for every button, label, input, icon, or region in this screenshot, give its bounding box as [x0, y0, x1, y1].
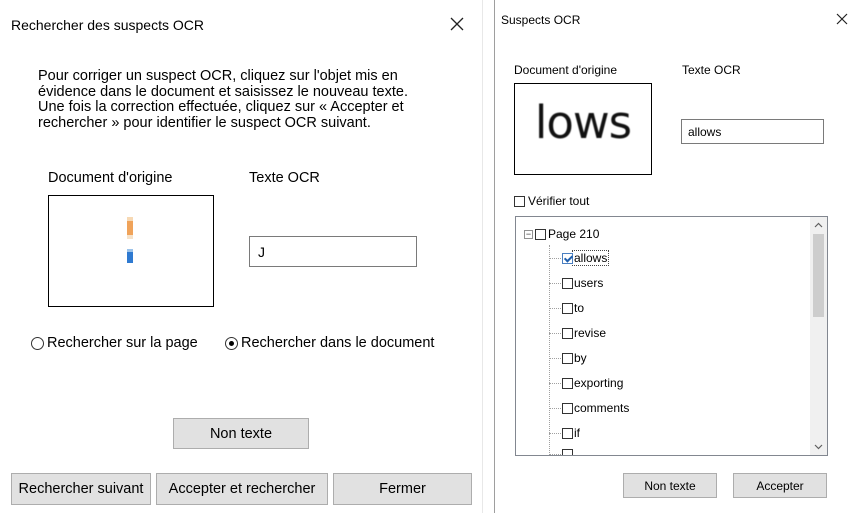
ocr-suspects-dialog: Suspects OCR Document d'origine Texte OC… — [494, 0, 853, 513]
ocr-text-label: Texte OCR — [682, 63, 741, 77]
original-image-preview[interactable] — [48, 195, 214, 307]
tree-connector — [549, 432, 561, 434]
tree-item-label: revise — [574, 326, 607, 340]
tree-item-label: to — [574, 301, 585, 315]
checkbox-box — [514, 195, 525, 207]
tree-connector — [549, 454, 561, 455]
suspects-tree[interactable]: − Page 210 allows users to revise by exp… — [515, 216, 828, 456]
close-icon[interactable] — [835, 12, 849, 26]
dialog-title: Suspects OCR — [501, 13, 581, 27]
verify-all-checkbox[interactable]: Vérifier tout — [514, 194, 589, 208]
tree-connector — [549, 382, 561, 384]
ocr-text-input[interactable]: J — [249, 236, 417, 267]
dialog-title: Rechercher des suspects OCR — [11, 17, 204, 33]
tree-item-label: allows — [571, 250, 610, 266]
tree-item-label: by — [574, 351, 587, 365]
page-checkbox[interactable] — [535, 228, 546, 240]
search-document-radio[interactable]: Rechercher dans le document — [225, 335, 434, 351]
tree-item[interactable]: users — [549, 276, 604, 290]
verify-all-label: Vérifier tout — [528, 194, 590, 208]
tree-item-label: exporting — [574, 376, 624, 390]
item-checkbox[interactable] — [562, 449, 573, 455]
find-next-button[interactable]: Rechercher suivant — [11, 473, 151, 505]
vertical-scrollbar[interactable] — [810, 217, 827, 455]
tree-item[interactable]: comments — [549, 401, 630, 415]
tree-item[interactable]: if — [549, 426, 581, 440]
close-icon[interactable] — [449, 16, 465, 32]
original-image-preview[interactable]: lows — [514, 83, 652, 175]
search-page-radio[interactable]: Rechercher sur la page — [31, 335, 198, 351]
item-checkbox[interactable] — [562, 277, 573, 289]
tree-item[interactable]: allows — [549, 250, 610, 266]
chevron-up-icon[interactable] — [810, 217, 827, 234]
ocr-text-input[interactable]: allows — [681, 119, 824, 144]
chevron-down-icon[interactable] — [810, 438, 827, 455]
suspect-image-fragment — [127, 217, 133, 263]
collapse-minus-icon[interactable]: − — [524, 229, 533, 239]
instructions-text: Pour corriger un suspect OCR, cliquez su… — [38, 68, 408, 131]
accept-button[interactable]: Accepter — [733, 473, 827, 498]
find-ocr-suspects-dialog: Rechercher des suspects OCR Pour corrige… — [0, 0, 483, 513]
suspect-word-image: lows — [534, 96, 632, 149]
tree-item-label: comments — [574, 401, 630, 415]
scrollbar-thumb[interactable] — [813, 234, 824, 317]
tree-connector — [549, 282, 561, 284]
search-document-label: Rechercher dans le document — [241, 335, 435, 351]
tree-item[interactable]: to — [549, 301, 585, 315]
tree-connector — [549, 407, 561, 409]
tree-item[interactable]: by — [549, 351, 588, 365]
tree-connector — [549, 357, 561, 359]
tree-item-partial[interactable] — [549, 449, 573, 455]
radio-circle-selected — [225, 336, 238, 350]
tree-item-label: users — [574, 276, 604, 290]
search-page-label: Rechercher sur la page — [47, 335, 198, 351]
item-checkbox[interactable] — [562, 427, 573, 439]
item-checkbox[interactable] — [562, 402, 573, 414]
item-checkbox[interactable] — [562, 327, 573, 339]
tree-connector — [549, 257, 561, 259]
radio-circle — [31, 336, 44, 350]
item-checkbox-checked[interactable] — [562, 252, 573, 264]
original-document-label: Document d'origine — [48, 170, 173, 186]
tree-connector — [549, 307, 561, 309]
item-checkbox[interactable] — [562, 302, 573, 314]
tree-node-page[interactable]: − Page 210 — [524, 227, 599, 241]
page-label: Page 210 — [548, 227, 600, 241]
close-button[interactable]: Fermer — [333, 473, 472, 505]
accept-and-find-button[interactable]: Accepter et rechercher — [156, 473, 328, 505]
item-checkbox[interactable] — [562, 377, 573, 389]
non-text-button[interactable]: Non texte — [173, 418, 309, 449]
tree-item-label: if — [574, 426, 580, 440]
tree-item[interactable]: exporting — [549, 376, 624, 390]
original-document-label: Document d'origine — [514, 63, 618, 77]
ocr-text-label: Texte OCR — [249, 170, 320, 186]
non-text-button[interactable]: Non texte — [623, 473, 717, 498]
tree-connector — [549, 332, 561, 334]
tree-item[interactable]: revise — [549, 326, 607, 340]
item-checkbox[interactable] — [562, 352, 573, 364]
